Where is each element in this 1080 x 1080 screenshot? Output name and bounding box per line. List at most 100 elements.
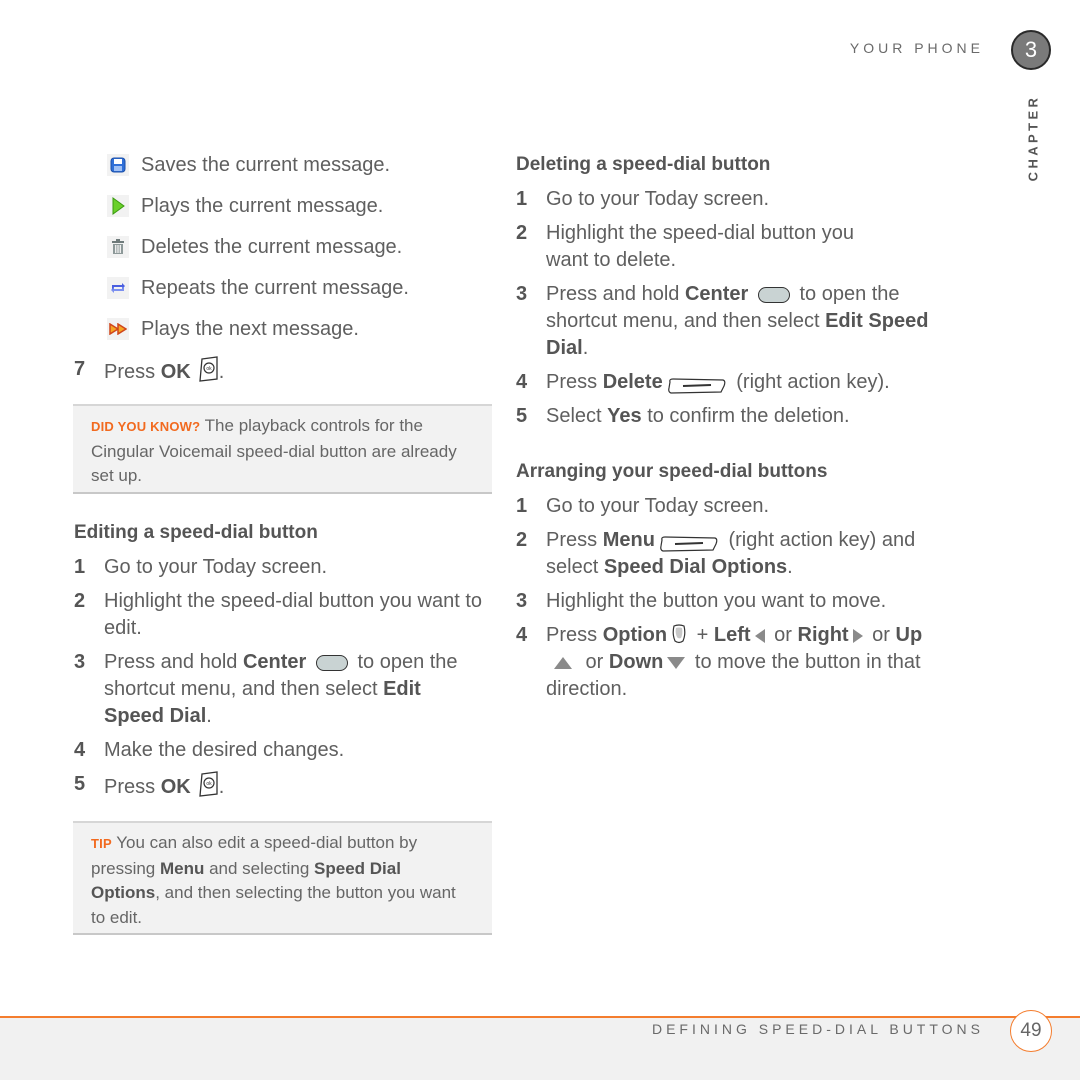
center-key-icon — [757, 286, 790, 303]
step-text: Highlight the speed-dial button you want… — [104, 590, 483, 639]
step-text: Go to your Today screen. — [104, 556, 328, 578]
step-text-end: (right action key). — [730, 371, 890, 393]
editing-step-5: 5 Press OK ok. — [74, 771, 484, 801]
arranging-step-1: 1 Go to your Today screen. — [516, 493, 936, 520]
up-arrow-icon — [554, 656, 572, 669]
editing-heading: Editing a speed-dial button — [74, 522, 318, 543]
down-key-label: Down — [608, 651, 664, 673]
tip-menu-label: Menu — [159, 858, 205, 878]
play-icon — [107, 195, 129, 217]
step-number: 3 — [74, 651, 86, 673]
step-number: 2 — [516, 529, 528, 551]
step-text-end: . — [218, 361, 225, 383]
ok-key-icon: ok — [197, 356, 219, 382]
icon-item-repeat: Repeats the current message. — [107, 276, 409, 300]
step-text: Highlight the speed-dial button you want… — [546, 222, 854, 271]
speed-dial-options-label: Speed Dial Options — [603, 556, 788, 578]
trash-icon — [107, 236, 129, 258]
deleting-step-1: 1 Go to your Today screen. — [516, 186, 936, 213]
icon-item-text: Deletes the current message. — [141, 235, 403, 258]
step-number: 2 — [516, 222, 528, 244]
center-key-label: Center — [684, 283, 749, 305]
step-text: Highlight the button you want to move. — [546, 590, 887, 612]
step-text: Go to your Today screen. — [546, 495, 770, 517]
step-text: or — [580, 651, 609, 673]
right-action-key-icon — [659, 533, 719, 552]
option-key-label: Option — [602, 624, 668, 646]
arranging-step-3: 3 Highlight the button you want to move. — [516, 588, 936, 615]
deleting-step-5: 5 Select Yes to confirm the deletion. — [516, 403, 936, 430]
arranging-step-2: 2 Press Menu (right action key) and sele… — [516, 527, 916, 581]
step-number: 1 — [74, 556, 86, 578]
step-number: 4 — [516, 371, 528, 393]
editing-step-1: 1 Go to your Today screen. — [74, 554, 484, 581]
editing-step-3: 3 Press and hold Center to open the shor… — [74, 649, 484, 730]
ok-key-label: OK — [160, 776, 191, 798]
arranging-steps: 1 Go to your Today screen. 2 Press Menu … — [516, 493, 936, 703]
step-text: Press and hold — [546, 283, 685, 305]
step-number: 4 — [516, 624, 528, 646]
step-text: Go to your Today screen. — [546, 188, 770, 210]
tip-label: TIP — [91, 836, 112, 851]
step-text: Press — [546, 624, 603, 646]
step-text-end: to confirm the deletion. — [641, 405, 850, 427]
editing-step-4: 4 Make the desired changes. — [74, 737, 484, 764]
tip-text: and selecting — [204, 858, 315, 878]
step-number: 5 — [516, 405, 528, 427]
svg-text:ok: ok — [206, 366, 212, 372]
step-number: 2 — [74, 590, 86, 612]
icon-item-text: Saves the current message. — [141, 153, 391, 176]
chapter-label: CHAPTER — [1025, 94, 1041, 182]
step-number: 7 — [74, 358, 86, 380]
step-text: + — [691, 624, 714, 646]
right-key-label: Right — [797, 624, 849, 646]
step-text-end: . — [218, 776, 225, 798]
editing-step-2: 2 Highlight the speed-dial button you wa… — [74, 588, 484, 642]
page-number: 49 — [1020, 1020, 1042, 1041]
deleting-steps: 1 Go to your Today screen. 2 Highlight t… — [516, 186, 936, 430]
deleting-heading: Deleting a speed-dial button — [516, 154, 771, 175]
option-key-icon — [671, 624, 687, 644]
step-text-end: . — [206, 705, 212, 727]
did-you-know-box: DID YOU KNOW? The playback controls for … — [73, 404, 492, 494]
did-you-know-label: DID YOU KNOW? — [91, 419, 201, 434]
step-text-end: . — [787, 556, 793, 578]
ok-key-label: OK — [160, 361, 191, 383]
editing-steps: 1 Go to your Today screen. 2 Highlight t… — [74, 554, 484, 801]
center-key-label: Center — [242, 651, 307, 673]
right-action-key-icon — [667, 375, 727, 394]
step-number: 3 — [516, 283, 528, 305]
step-text: Press — [546, 529, 603, 551]
step-text-end: . — [582, 337, 589, 359]
step-number: 5 — [74, 773, 86, 795]
deleting-step-3: 3 Press and hold Center to open the shor… — [516, 281, 936, 362]
step-text: Select — [546, 405, 608, 427]
tip-box: TIP You can also edit a speed-dial butto… — [73, 821, 492, 935]
icon-item-text: Plays the current message. — [141, 194, 384, 217]
left-key-label: Left — [713, 624, 751, 646]
footer-rule — [0, 1016, 1080, 1018]
step-text: Press — [104, 776, 161, 798]
icon-item-save: Saves the current message. — [107, 153, 390, 177]
deleting-step-4: 4 Press Delete (right action key). — [516, 369, 936, 396]
chapter-number: 3 — [1024, 37, 1038, 62]
running-head: YOUR PHONE — [849, 40, 984, 56]
step-text: Press — [104, 361, 161, 383]
icon-item-delete: Deletes the current message. — [107, 235, 402, 259]
icon-item-play: Plays the current message. — [107, 194, 383, 218]
step-number: 4 — [74, 739, 86, 761]
step-number: 1 — [516, 188, 528, 210]
step-number: 1 — [516, 495, 528, 517]
icon-item-text: Repeats the current message. — [141, 276, 409, 299]
ok-key-icon: ok — [197, 771, 219, 797]
yes-label: Yes — [607, 405, 642, 427]
step-text: Make the desired changes. — [104, 739, 345, 761]
step-7-press-ok: 7 Press OK ok. — [74, 356, 224, 386]
arranging-heading: Arranging your speed-dial buttons — [516, 461, 828, 482]
save-icon — [107, 154, 129, 176]
center-key-icon — [315, 654, 348, 671]
icon-item-next: Plays the next message. — [107, 317, 359, 341]
delete-key-label: Delete — [602, 371, 663, 393]
left-arrow-icon — [754, 628, 765, 643]
svg-text:ok: ok — [206, 781, 212, 787]
